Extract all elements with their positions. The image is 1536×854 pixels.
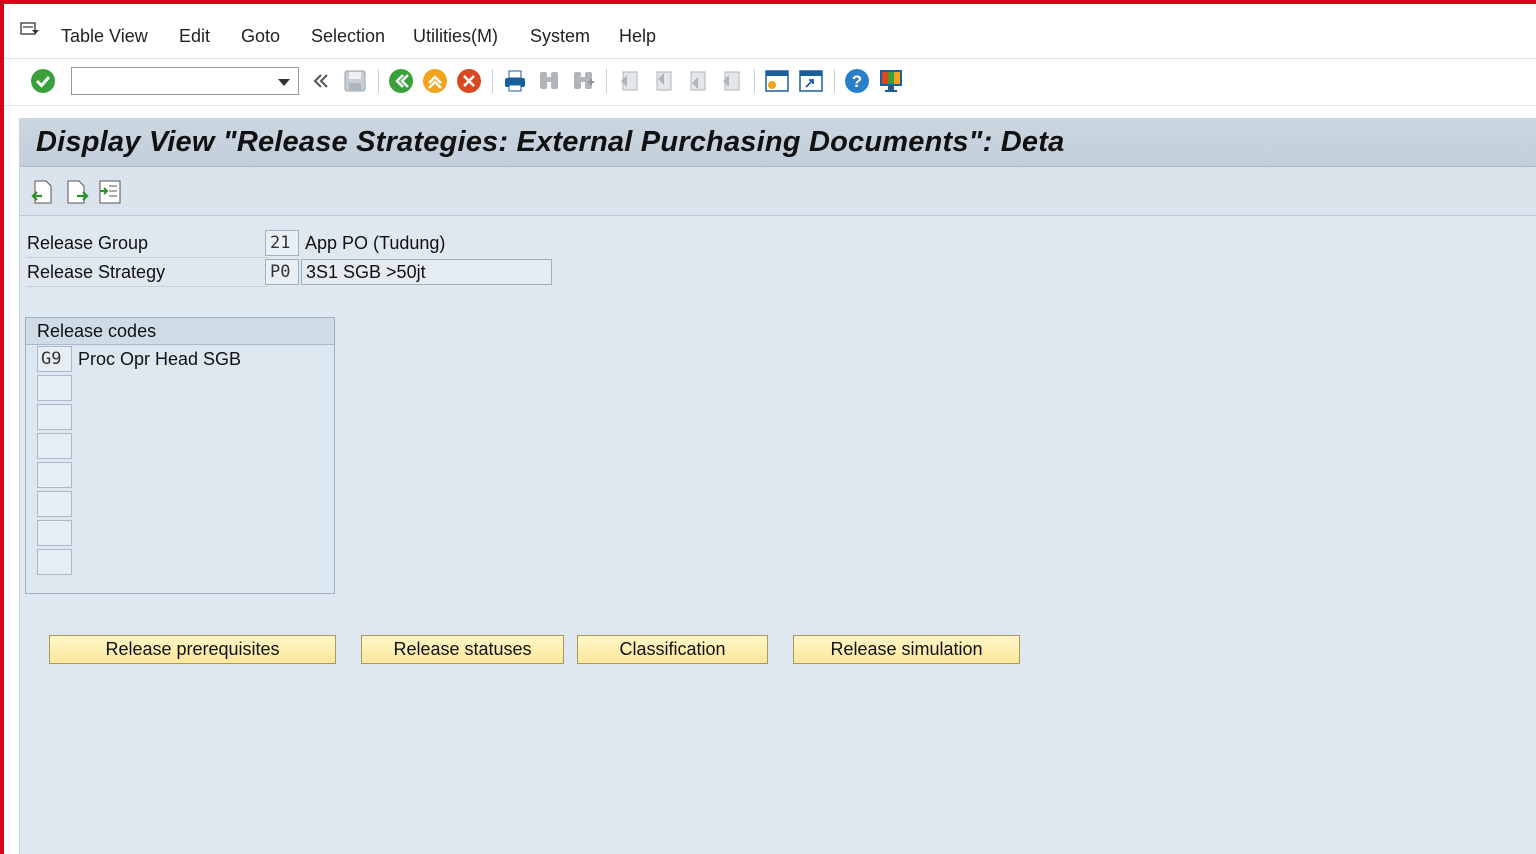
- customize-layout-icon[interactable]: [876, 66, 906, 96]
- create-session-icon[interactable]: [762, 66, 792, 96]
- row-divider: [26, 286, 268, 287]
- first-page-icon[interactable]: [614, 66, 644, 96]
- release-strategy-label: Release Strategy: [27, 262, 166, 282]
- toolbar-separator: [834, 69, 835, 93]
- next-page-icon[interactable]: [682, 66, 712, 96]
- release-codes-title: Release codes: [37, 321, 157, 341]
- toolbar-separator: [754, 69, 755, 93]
- release-group-text: App PO (Tudung): [305, 233, 446, 253]
- help-icon[interactable]: ?: [842, 66, 872, 96]
- svg-text:?: ?: [852, 72, 862, 91]
- cancel-icon[interactable]: [454, 66, 484, 96]
- print-icon[interactable]: [500, 66, 530, 96]
- next-entry-icon[interactable]: [65, 179, 89, 210]
- classification-button[interactable]: Classification: [577, 635, 768, 664]
- release-group-field[interactable]: 21: [265, 230, 299, 256]
- chevron-down-icon[interactable]: [278, 79, 290, 86]
- release-code-cell[interactable]: G9: [37, 346, 72, 372]
- find-next-icon[interactable]: [568, 66, 598, 96]
- release-group-label: Release Group: [27, 233, 149, 253]
- release-code-cell[interactable]: [37, 462, 72, 488]
- page-title: Display View "Release Strategies: Extern…: [36, 126, 1065, 158]
- release-code-cell[interactable]: [37, 491, 72, 517]
- release-codes-group: Release codes G9 Proc Opr Head SGB: [25, 317, 335, 594]
- toolbar-separator: [492, 69, 493, 93]
- other-entry-icon[interactable]: [97, 179, 123, 210]
- release-simulation-button[interactable]: Release simulation: [793, 635, 1020, 664]
- shortcut-icon[interactable]: [796, 66, 826, 96]
- menu-system[interactable]: System: [530, 26, 590, 47]
- command-field[interactable]: [71, 67, 299, 95]
- window-left-border: [0, 0, 4, 854]
- toolbar-separator: [606, 69, 607, 93]
- previous-entry-icon[interactable]: [30, 179, 54, 210]
- find-icon[interactable]: [534, 66, 564, 96]
- enter-icon[interactable]: [28, 66, 58, 96]
- menu-table-view[interactable]: Table View: [61, 26, 148, 47]
- collapse-icon[interactable]: [306, 66, 336, 96]
- menu-bar: Table View Edit Goto Selection Utilities…: [4, 4, 1536, 59]
- standard-toolbar: ?: [4, 59, 1536, 106]
- menu-goto[interactable]: Goto: [241, 26, 280, 47]
- row-divider: [26, 257, 268, 258]
- application-toolbar: [20, 167, 1536, 216]
- release-code-cell[interactable]: [37, 520, 72, 546]
- release-statuses-button[interactable]: Release statuses: [361, 635, 564, 664]
- release-code-cell[interactable]: [37, 549, 72, 575]
- last-page-icon[interactable]: [716, 66, 746, 96]
- toolbar-separator: [378, 69, 379, 93]
- release-strategy-field[interactable]: P0: [265, 259, 299, 285]
- release-prerequisites-button[interactable]: Release prerequisites: [49, 635, 336, 664]
- exit-icon[interactable]: [420, 66, 450, 96]
- menu-edit[interactable]: Edit: [179, 26, 210, 47]
- save-icon[interactable]: [340, 66, 370, 96]
- back-icon[interactable]: [386, 66, 416, 96]
- release-strategy-description[interactable]: 3S1 SGB >50jt: [301, 259, 552, 285]
- release-code-cell[interactable]: [37, 375, 72, 401]
- menu-utilities[interactable]: Utilities(M): [413, 26, 498, 47]
- title-bar: Display View "Release Strategies: Extern…: [20, 118, 1536, 167]
- menu-selection[interactable]: Selection: [311, 26, 385, 47]
- release-code-cell[interactable]: [37, 404, 72, 430]
- menu-icon[interactable]: [20, 22, 40, 38]
- previous-page-icon[interactable]: [648, 66, 678, 96]
- main-content: Display View "Release Strategies: Extern…: [19, 118, 1536, 854]
- release-code-cell[interactable]: [37, 433, 72, 459]
- menu-help[interactable]: Help: [619, 26, 656, 47]
- release-codes-header: Release codes: [26, 318, 334, 345]
- release-code-description: Proc Opr Head SGB: [78, 349, 242, 369]
